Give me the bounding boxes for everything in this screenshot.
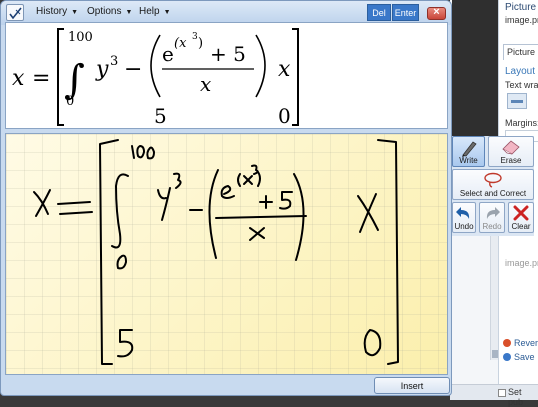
revert-link[interactable]: Rever	[503, 338, 538, 348]
ink-e	[220, 185, 235, 199]
preview-left-paren	[150, 34, 161, 98]
insert-button[interactable]: Insert	[374, 377, 450, 394]
undo-label: Undo	[454, 222, 474, 231]
ink-matrix-x	[357, 193, 379, 233]
preview-right-bracket	[292, 28, 299, 126]
math-input-panel-icon	[6, 4, 24, 21]
save-icon	[503, 353, 511, 361]
select-and-correct-label: Select and Correct	[459, 189, 527, 198]
ink-left-paren	[208, 169, 219, 259]
preview-matrix-r2c1: 5	[154, 104, 167, 128]
redo-icon	[486, 207, 500, 219]
preview-lower-limit: 0	[66, 94, 74, 109]
close-icon: ×	[433, 6, 440, 18]
save-label: Save	[514, 352, 535, 362]
panel-title: Picture	[505, 2, 537, 13]
ink-denominator	[249, 227, 265, 241]
undo-button[interactable]: Undo	[452, 202, 476, 233]
tool-panel: Write Erase Select and Correct Undo Redo…	[452, 136, 534, 236]
preview-equals: =	[32, 66, 50, 91]
clear-button[interactable]: Clear	[508, 202, 534, 233]
chevron-down-icon: ▼	[163, 9, 171, 16]
preview-term1-base: y	[95, 57, 109, 82]
ink-integral	[111, 173, 129, 249]
undo-icon	[456, 207, 470, 219]
preview-matrix-r1c2: x	[278, 57, 291, 82]
preview-denominator: x	[200, 72, 211, 96]
picture-tab[interactable]: Picture	[503, 44, 538, 60]
margins-label: Margins:	[505, 118, 538, 128]
preview-term1-exp: 3	[110, 54, 118, 69]
ink-right-bracket	[377, 139, 399, 365]
revert-label: Rever	[514, 338, 538, 348]
menu-options-label: Options	[87, 6, 122, 17]
close-button[interactable]: ×	[427, 6, 446, 20]
recognized-math-preview[interactable]: x = 100 ∫ 0 y 3 − e (x 3 ) + 5 x x 5 0	[5, 22, 448, 129]
enter-button[interactable]: Enter	[392, 4, 419, 21]
ink-matrix-5	[117, 329, 134, 358]
background-status-bar: Set pub	[450, 384, 538, 407]
preview-upper-limit: 100	[68, 30, 93, 45]
chevron-down-icon: ▼	[71, 9, 79, 16]
image-name-secondary: image.pn	[505, 258, 538, 268]
background-image-area	[452, 0, 498, 140]
revert-icon	[503, 339, 511, 347]
menu-history-label: History	[36, 6, 68, 17]
ink-five	[279, 191, 293, 210]
ink-y	[157, 187, 171, 221]
menu-history[interactable]: History ▼	[36, 6, 78, 17]
ink-x	[33, 189, 51, 217]
preview-lhs: x	[12, 66, 25, 91]
clear-label: Clear	[511, 222, 531, 231]
ink-fraction-bar	[215, 215, 307, 219]
ink-plus	[259, 195, 273, 209]
write-label: Write	[459, 156, 478, 165]
chevron-down-icon: ▼	[125, 9, 133, 16]
preview-exp-inner-close: )	[198, 36, 203, 51]
text-wrap-label: Text wrap	[505, 80, 538, 90]
eraser-icon	[502, 140, 520, 155]
ink-lower-limit	[116, 254, 127, 270]
erase-button[interactable]: Erase	[488, 136, 534, 167]
redo-label: Redo	[482, 222, 502, 231]
scrollbar-thumb[interactable]	[492, 350, 498, 358]
preview-matrix-r2c2: 0	[278, 104, 291, 128]
save-link[interactable]: Save	[503, 352, 535, 362]
write-button[interactable]: Write	[452, 136, 485, 167]
layout-heading: Layout	[505, 66, 536, 77]
redo-button[interactable]: Redo	[479, 202, 505, 233]
menu-help-label: Help	[139, 6, 160, 17]
text-wrap-option[interactable]	[507, 93, 527, 109]
preview-minus: −	[124, 57, 142, 82]
status-text: Set pub	[508, 387, 524, 407]
ink-equals	[57, 201, 93, 215]
del-button[interactable]: Del	[367, 4, 391, 21]
preview-right-paren	[255, 34, 266, 98]
ink-strokes	[33, 139, 399, 365]
image-name: image.pn	[505, 15, 538, 25]
menu-help[interactable]: Help ▼	[139, 6, 171, 17]
preview-exp-base: e	[162, 42, 174, 66]
menu-options[interactable]: Options ▼	[87, 6, 132, 17]
lasso-icon	[484, 172, 502, 188]
ink-y-exponent	[173, 172, 182, 189]
ink-exp-x	[243, 175, 253, 185]
ink-exp-3	[251, 164, 259, 175]
clear-x-icon	[513, 205, 529, 221]
math-input-panel-window: History ▼ Options ▼ Help ▼ Del Enter × x = …	[0, 0, 452, 396]
select-and-correct-button[interactable]: Select and Correct	[452, 169, 534, 200]
set-checkbox[interactable]	[498, 389, 506, 397]
ink-upper-limit	[131, 145, 155, 160]
ink-left-bracket	[99, 139, 119, 365]
preview-plus-five: + 5	[210, 42, 246, 66]
ink-matrix-0	[363, 329, 382, 357]
erase-label: Erase	[500, 156, 522, 165]
preview-exp-inner: (x	[174, 36, 187, 51]
pen-icon	[461, 141, 477, 157]
handwriting-area[interactable]	[5, 133, 448, 375]
